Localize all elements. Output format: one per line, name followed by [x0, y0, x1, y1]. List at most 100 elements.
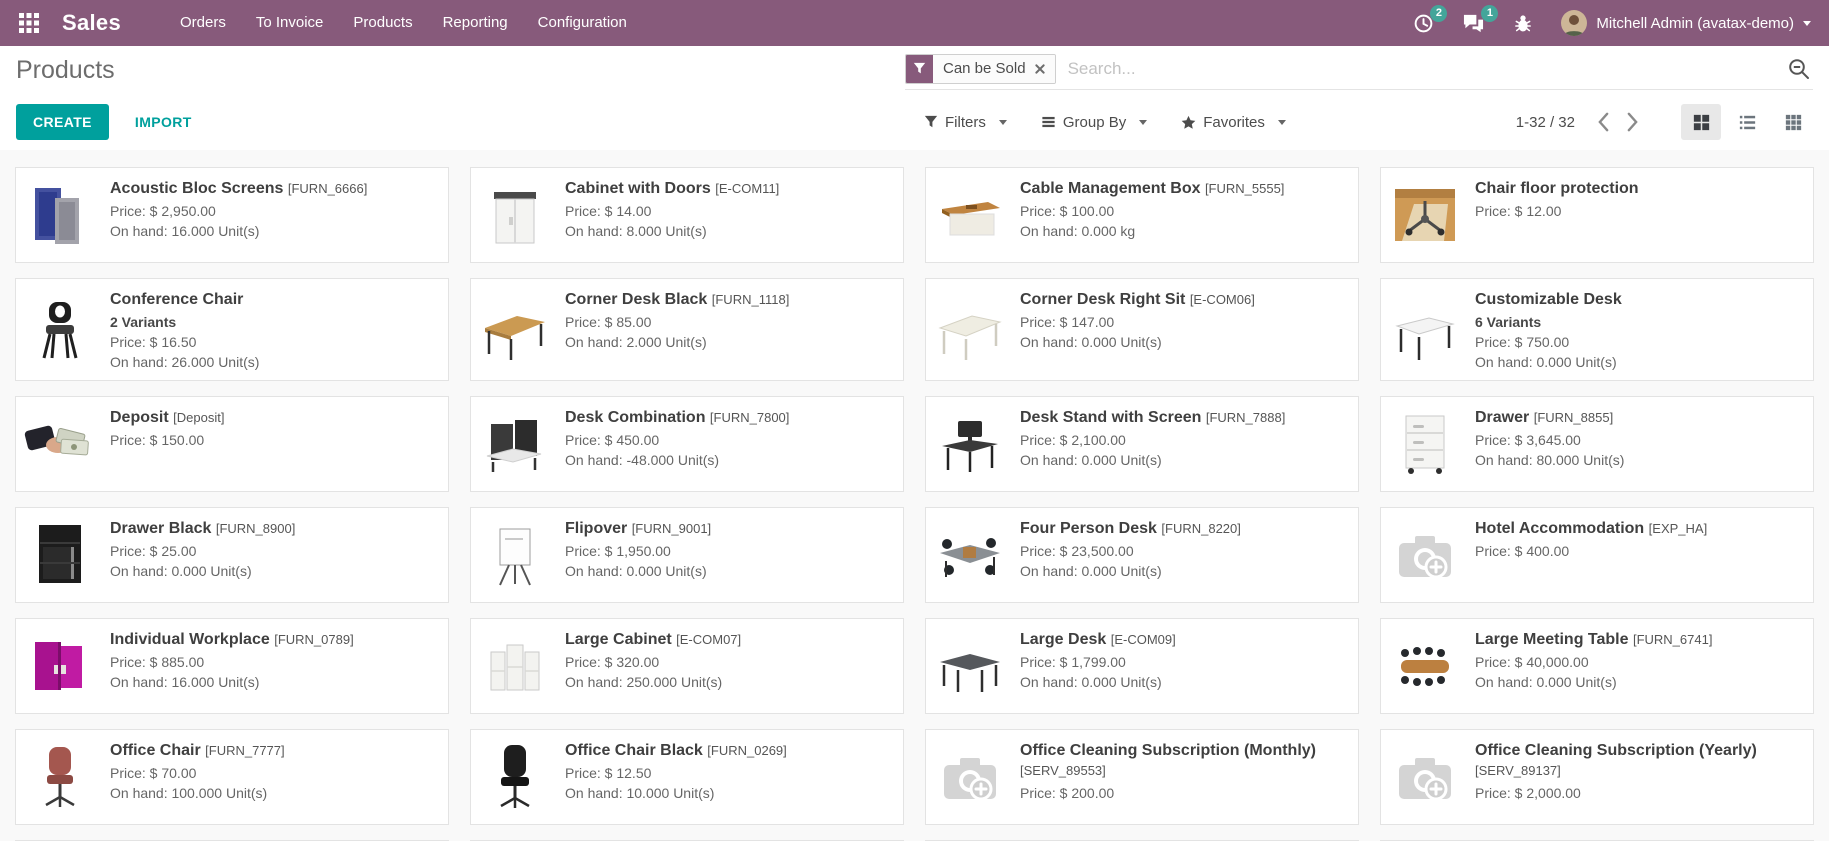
menu-configuration[interactable]: Configuration — [523, 0, 642, 46]
pager-previous-button[interactable] — [1589, 110, 1618, 134]
product-on-hand: On hand: 2.000 Unit(s) — [565, 332, 789, 352]
product-card[interactable]: Corner Desk Black [FURN_1118] Price: $ 8… — [470, 278, 904, 381]
product-image — [479, 408, 551, 480]
product-card[interactable]: Cabinet with Doors [E-COM11] Price: $ 14… — [470, 167, 904, 263]
product-card[interactable]: Desk Combination [FURN_7800] Price: $ 45… — [470, 396, 904, 492]
product-image — [1389, 408, 1461, 480]
product-code: [FURN_7800] — [710, 410, 789, 425]
product-price: Price: $ 12.00 — [1475, 201, 1639, 221]
product-on-hand: On hand: 0.000 Unit(s) — [1020, 672, 1176, 692]
chevron-down-icon — [1803, 21, 1811, 26]
product-name: Office Cleaning Subscription (Yearly) [S… — [1475, 741, 1805, 781]
search-option-dropdowns: Filters Group By Favorites — [924, 114, 1286, 131]
product-price: Price: $ 25.00 — [110, 541, 295, 561]
messages-chat-icon[interactable]: 1 — [1462, 13, 1485, 34]
product-card[interactable]: Large Meeting Table [FURN_6741] Price: $… — [1380, 618, 1814, 714]
filters-dropdown[interactable]: Filters — [924, 114, 1007, 131]
product-card[interactable]: Conference Chair 2 Variants Price: $ 16.… — [15, 278, 449, 381]
menu-orders[interactable]: Orders — [165, 0, 241, 46]
product-price: Price: $ 2,100.00 — [1020, 430, 1285, 450]
product-code: [FURN_6741] — [1633, 632, 1712, 647]
pager-next-button[interactable] — [1618, 110, 1647, 134]
product-card[interactable]: Desk Stand with Screen [FURN_7888] Price… — [925, 396, 1359, 492]
activities-clock-icon[interactable]: 2 — [1413, 13, 1434, 34]
product-variants: 2 Variants — [110, 312, 259, 332]
product-name: Desk Stand with Screen [FURN_7888] — [1020, 408, 1285, 428]
product-on-hand: On hand: 0.000 Unit(s) — [565, 561, 711, 581]
create-button[interactable]: CREATE — [16, 104, 109, 140]
product-on-hand: On hand: 16.000 Unit(s) — [110, 221, 367, 241]
product-card[interactable]: Drawer [FURN_8855] Price: $ 3,645.00 On … — [1380, 396, 1814, 492]
product-card[interactable]: Drawer Black [FURN_8900] Price: $ 25.00 … — [15, 507, 449, 603]
product-image — [934, 630, 1006, 702]
product-code: [FURN_7888] — [1206, 410, 1285, 425]
product-card[interactable]: Office Chair Black [FURN_0269] Price: $ … — [470, 729, 904, 825]
product-on-hand: On hand: 8.000 Unit(s) — [565, 221, 779, 241]
search-options-icon[interactable] — [1785, 57, 1813, 81]
menu-reporting[interactable]: Reporting — [428, 0, 523, 46]
product-card[interactable]: Four Person Desk [FURN_8220] Price: $ 23… — [925, 507, 1359, 603]
product-card[interactable]: Large Desk [E-COM09] Price: $ 1,799.00 O… — [925, 618, 1359, 714]
message-count-badge: 1 — [1481, 5, 1498, 22]
product-code: [EXP_HA] — [1649, 521, 1708, 536]
product-name: Cabinet with Doors [E-COM11] — [565, 179, 779, 199]
product-price: Price: $ 1,950.00 — [565, 541, 711, 561]
product-image — [1389, 294, 1461, 366]
debug-bug-icon[interactable] — [1513, 13, 1533, 34]
product-price: Price: $ 450.00 — [565, 430, 789, 450]
favorites-star-icon — [1181, 115, 1196, 130]
view-switcher — [1681, 104, 1813, 140]
page-title: Products — [16, 56, 115, 85]
product-name: Drawer [FURN_8855] — [1475, 408, 1624, 428]
product-card[interactable]: Large Cabinet [E-COM07] Price: $ 320.00 … — [470, 618, 904, 714]
chevron-down-icon — [1139, 120, 1147, 125]
product-code: [FURN_8855] — [1534, 410, 1613, 425]
facet-label: Can be Sold — [943, 60, 1026, 77]
menu-to-invoice[interactable]: To Invoice — [241, 0, 339, 46]
product-name: Hotel Accommodation [EXP_HA] — [1475, 519, 1707, 539]
product-card[interactable]: Office Cleaning Subscription (Monthly) [… — [925, 729, 1359, 825]
user-menu[interactable]: Mitchell Admin (avatax-demo) — [1561, 10, 1811, 36]
product-on-hand: On hand: 100.000 Unit(s) — [110, 783, 285, 803]
product-name: Corner Desk Black [FURN_1118] — [565, 290, 789, 310]
apps-menu-icon[interactable] — [12, 6, 46, 40]
search-bar: Can be Sold — [905, 50, 1813, 90]
product-price: Price: $ 750.00 — [1475, 332, 1622, 352]
filters-funnel-icon — [924, 115, 938, 129]
product-card[interactable]: Flipover [FURN_9001] Price: $ 1,950.00 O… — [470, 507, 904, 603]
product-name: Four Person Desk [FURN_8220] — [1020, 519, 1241, 539]
grid-view-button[interactable] — [1773, 104, 1813, 140]
product-card[interactable]: Acoustic Bloc Screens [FURN_6666] Price:… — [15, 167, 449, 263]
product-card[interactable]: Cable Management Box [FURN_5555] Price: … — [925, 167, 1359, 263]
menu-products[interactable]: Products — [338, 0, 427, 46]
product-image — [1389, 519, 1461, 591]
product-card[interactable]: Customizable Desk 6 Variants Price: $ 75… — [1380, 278, 1814, 381]
product-card[interactable]: Individual Workplace [FURN_0789] Price: … — [15, 618, 449, 714]
product-code: [SERV_89553] — [1020, 763, 1106, 778]
product-card[interactable]: Office Chair [FURN_7777] Price: $ 70.00 … — [15, 729, 449, 825]
kanban-view-button[interactable] — [1681, 104, 1721, 140]
product-name: Individual Workplace [FURN_0789] — [110, 630, 354, 650]
kanban-icon — [1691, 112, 1712, 133]
product-price: Price: $ 320.00 — [565, 652, 741, 672]
list-view-button[interactable] — [1727, 104, 1767, 140]
facet-remove-icon[interactable] — [1035, 64, 1045, 74]
product-code: [E-COM07] — [676, 632, 741, 647]
import-button[interactable]: IMPORT — [135, 114, 192, 130]
product-image — [479, 630, 551, 702]
product-card[interactable]: Office Cleaning Subscription (Yearly) [S… — [1380, 729, 1814, 825]
app-brand[interactable]: Sales — [62, 10, 121, 36]
favorites-dropdown[interactable]: Favorites — [1181, 114, 1286, 131]
product-image — [479, 519, 551, 591]
product-name: Office Chair [FURN_7777] — [110, 741, 285, 761]
product-name: Drawer Black [FURN_8900] — [110, 519, 295, 539]
product-card[interactable]: Chair floor protection Price: $ 12.00 — [1380, 167, 1814, 263]
group-by-dropdown[interactable]: Group By — [1041, 114, 1147, 131]
product-price: Price: $ 1,799.00 — [1020, 652, 1176, 672]
main-menu: Orders To Invoice Products Reporting Con… — [165, 0, 642, 46]
search-input[interactable] — [1056, 59, 1785, 79]
product-price: Price: $ 100.00 — [1020, 201, 1284, 221]
product-card[interactable]: Deposit [Deposit] Price: $ 150.00 — [15, 396, 449, 492]
product-card[interactable]: Corner Desk Right Sit [E-COM06] Price: $… — [925, 278, 1359, 381]
product-card[interactable]: Hotel Accommodation [EXP_HA] Price: $ 40… — [1380, 507, 1814, 603]
